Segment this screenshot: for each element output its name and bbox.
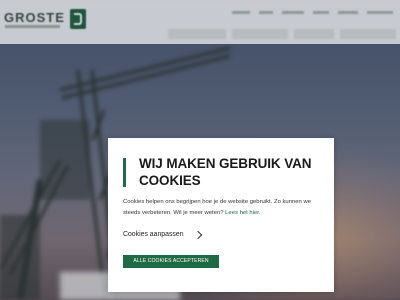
cookie-dialog-title: WIJ MAKEN GEBRUIK VAN COOKIES (139, 156, 312, 188)
read-more-link[interactable]: Lees het hier. (225, 210, 260, 216)
customize-cookies-button[interactable]: Cookies aanpassen (123, 230, 202, 239)
cookie-dialog-body: Cookies helpen ons begrijpen hoe je de w… (123, 197, 328, 219)
cookie-dialog-text: Cookies helpen ons begrijpen hoe je de w… (123, 199, 311, 216)
customize-cookies-label: Cookies aanpassen (123, 231, 184, 238)
chevron-right-icon (193, 230, 202, 239)
accept-all-cookies-button[interactable]: ALLE COOKIES ACCEPTEREN (123, 255, 219, 268)
title-accent-bar (123, 158, 126, 187)
